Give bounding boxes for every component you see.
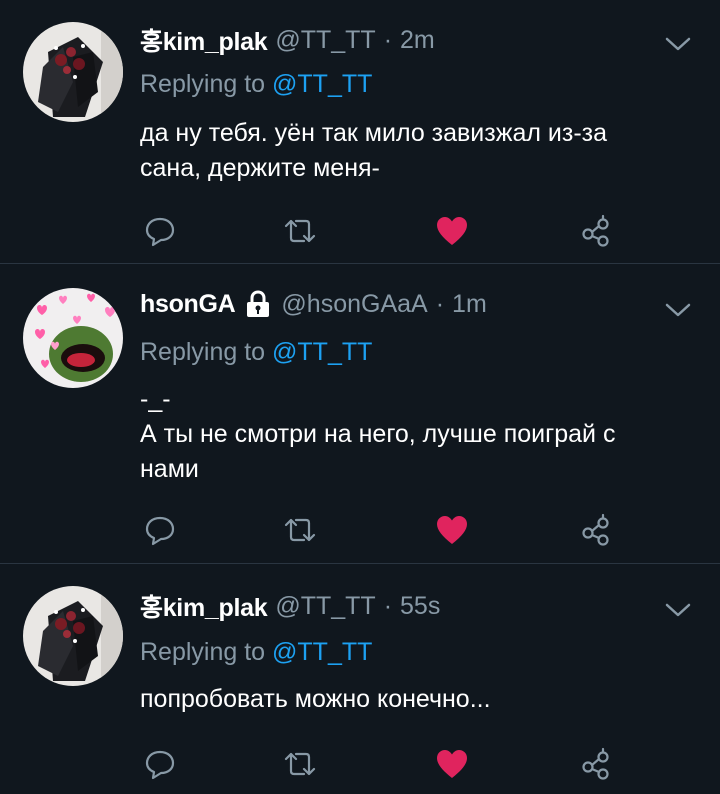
user-handle[interactable]: @hsonGAaA	[281, 290, 427, 319]
reply-icon	[145, 750, 175, 780]
like-button[interactable]	[432, 211, 472, 251]
reply-icon	[145, 217, 175, 247]
like-button[interactable]	[432, 744, 472, 784]
reply-icon	[145, 516, 175, 546]
retweet-icon	[284, 752, 316, 776]
frog-avatar-image	[23, 288, 123, 388]
avatar[interactable]	[23, 22, 123, 122]
tweet-text: да ну тебя. уён так мило завизжал из-за …	[140, 119, 608, 182]
tweet-card[interactable]: hsonGA @hsonGAaA · 1m Replying to @TT_TT…	[0, 264, 720, 563]
tweet-actions	[140, 211, 620, 251]
bouquet-avatar-image	[23, 22, 123, 122]
chevron-down-icon[interactable]	[664, 600, 692, 620]
tweet-text: попробовать можно конечно...	[140, 685, 491, 713]
heart-icon	[437, 750, 467, 778]
share-icon	[582, 747, 609, 780]
retweet-icon	[284, 518, 316, 542]
tweet-card[interactable]: 홍kim_plak @TT_TT · 2m Replying to @TT_TT…	[0, 0, 720, 263]
separator-dot: ·	[383, 25, 393, 54]
replying-to: Replying to @TT_TT	[140, 70, 372, 99]
timestamp[interactable]: 2m	[400, 26, 435, 55]
heart-icon	[437, 516, 467, 544]
separator-dot: ·	[383, 591, 393, 620]
heart-icon	[437, 217, 467, 245]
tweet-actions	[140, 744, 620, 784]
share-button[interactable]	[576, 211, 616, 251]
reply-button[interactable]	[140, 211, 180, 251]
tweet-header: 홍kim_plak @TT_TT · 55s	[140, 588, 440, 624]
replying-prefix: Replying to	[140, 638, 266, 666]
tweet-timeline: 홍kim_plak @TT_TT · 2m Replying to @TT_TT…	[0, 0, 720, 794]
display-name[interactable]: hsonGA	[140, 290, 236, 319]
timestamp[interactable]: 1m	[452, 290, 487, 319]
chevron-down-icon[interactable]	[664, 34, 692, 54]
retweet-button[interactable]	[280, 744, 320, 784]
like-button[interactable]	[432, 510, 472, 550]
timestamp[interactable]: 55s	[400, 592, 440, 621]
share-button[interactable]	[576, 744, 616, 784]
replying-prefix: Replying to	[140, 338, 266, 366]
replying-to: Replying to @TT_TT	[140, 638, 372, 667]
chevron-down-icon[interactable]	[664, 300, 692, 320]
replying-prefix: Replying to	[140, 70, 266, 98]
tweet-actions	[140, 510, 620, 550]
replying-mention-link[interactable]: @TT_TT	[272, 70, 372, 98]
retweet-icon	[284, 219, 316, 243]
replying-mention-link[interactable]: @TT_TT	[272, 338, 372, 366]
reply-button[interactable]	[140, 744, 180, 784]
retweet-button[interactable]	[280, 510, 320, 550]
replying-to: Replying to @TT_TT	[140, 338, 372, 367]
user-handle[interactable]: @TT_TT	[275, 592, 375, 621]
separator-dot: ·	[435, 289, 445, 318]
tweet-header: 홍kim_plak @TT_TT · 2m	[140, 22, 435, 58]
reply-button[interactable]	[140, 510, 180, 550]
bouquet-avatar-image	[23, 586, 123, 686]
share-icon	[582, 513, 609, 546]
user-handle[interactable]: @TT_TT	[275, 26, 375, 55]
retweet-button[interactable]	[280, 211, 320, 251]
display-name[interactable]: 홍kim_plak	[140, 588, 268, 624]
tweet-text: -_- А ты не смотри на него, лучше поигра…	[140, 385, 616, 483]
tweet-header: hsonGA @hsonGAaA · 1m	[140, 286, 487, 322]
share-icon	[582, 214, 609, 247]
display-name[interactable]: 홍kim_plak	[140, 22, 268, 58]
share-button[interactable]	[576, 510, 616, 550]
avatar[interactable]	[23, 288, 123, 388]
avatar[interactable]	[23, 586, 123, 686]
lock-icon	[243, 290, 273, 318]
tweet-card[interactable]: 홍kim_plak @TT_TT · 55s Replying to @TT_T…	[0, 564, 720, 794]
replying-mention-link[interactable]: @TT_TT	[272, 638, 372, 666]
